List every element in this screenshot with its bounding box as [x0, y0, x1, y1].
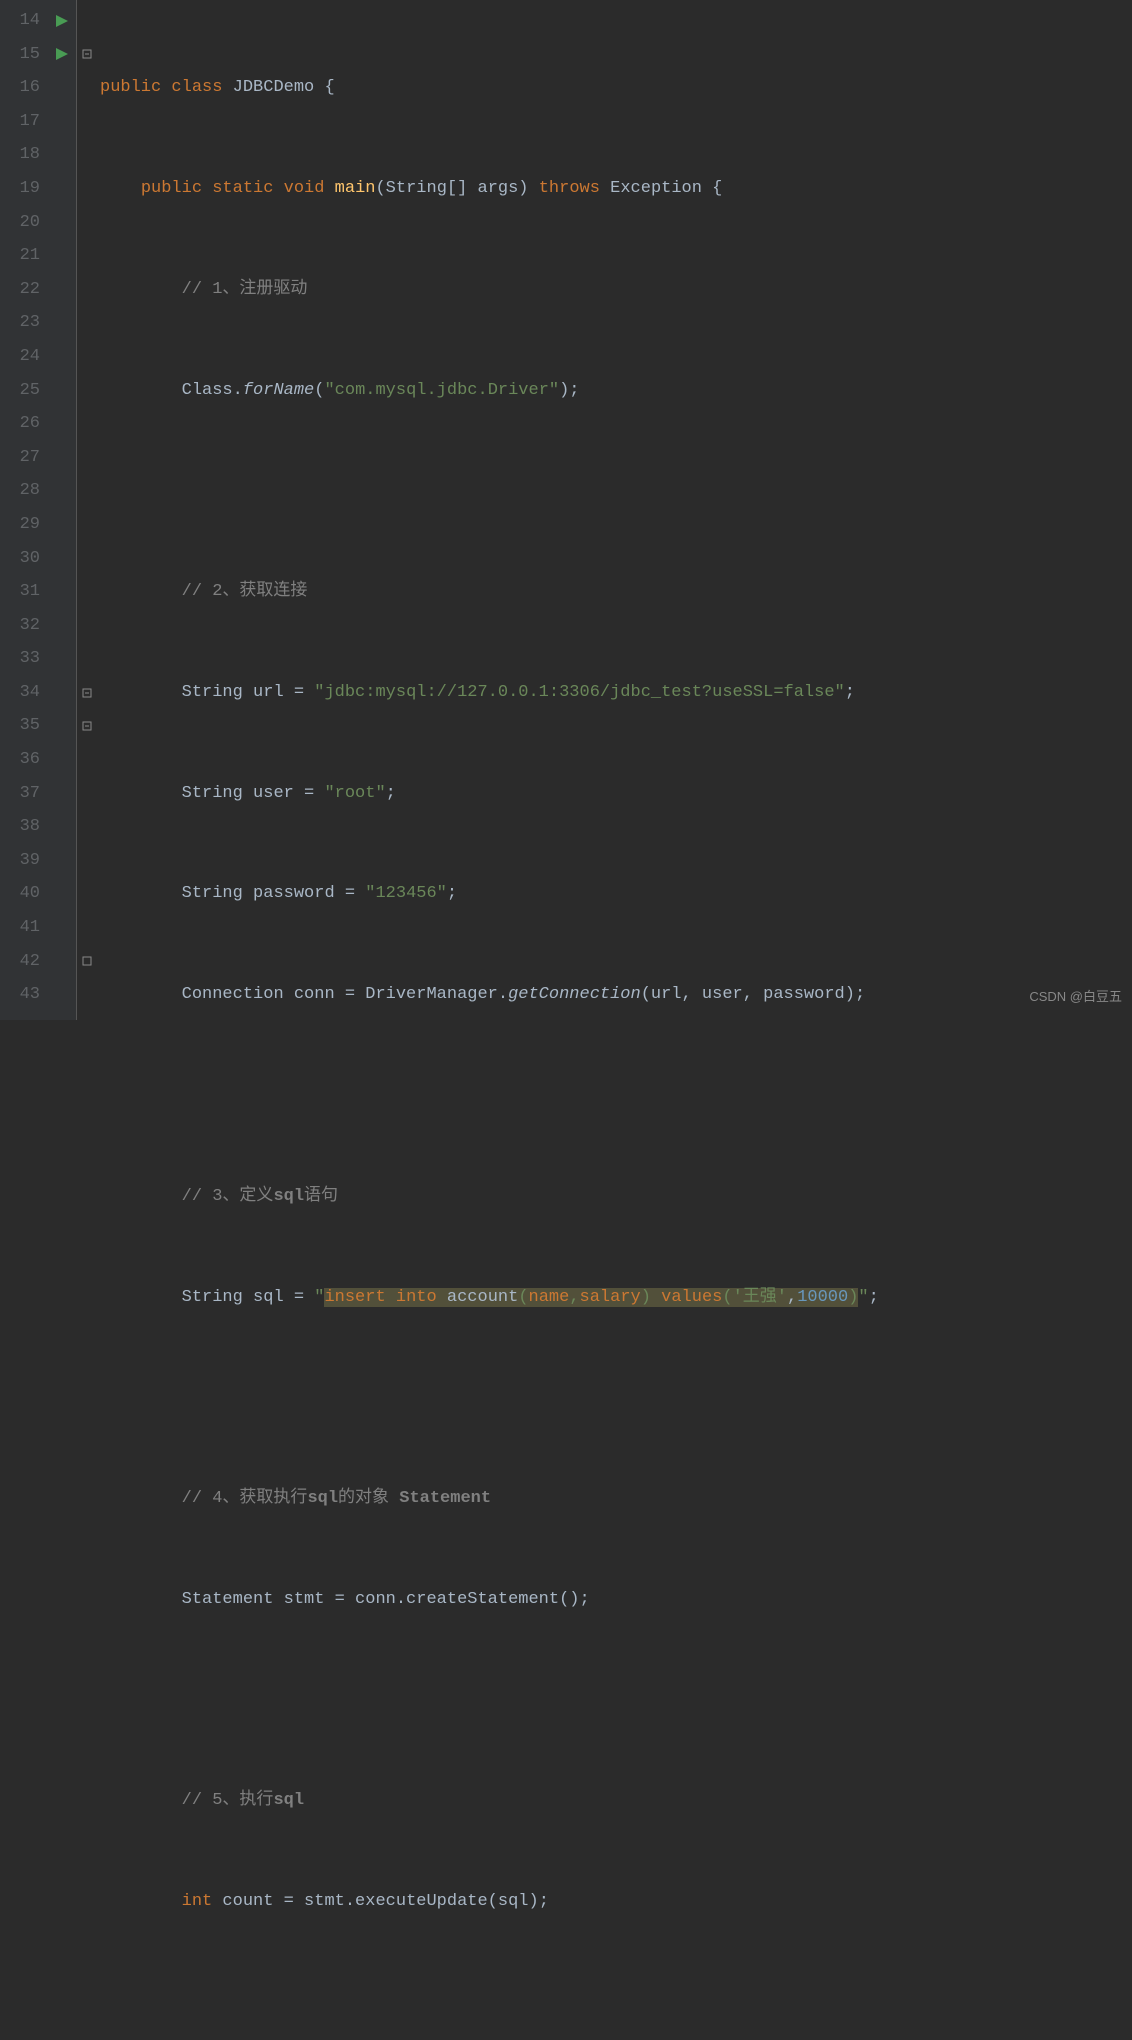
run-icon[interactable]: [48, 38, 76, 72]
code-line: Class.forName("com.mysql.jdbc.Driver");: [100, 374, 1132, 408]
line-number[interactable]: 16: [0, 71, 40, 105]
line-number[interactable]: 36: [0, 743, 40, 777]
line-number[interactable]: 39: [0, 844, 40, 878]
line-number[interactable]: 17: [0, 105, 40, 139]
line-number[interactable]: 35: [0, 709, 40, 743]
line-number[interactable]: 22: [0, 273, 40, 307]
line-number[interactable]: 23: [0, 306, 40, 340]
code-line: // 1、注册驱动: [100, 273, 1132, 307]
run-icon[interactable]: [48, 4, 76, 38]
watermark: CSDN @白豆五: [1029, 980, 1122, 1014]
line-number[interactable]: 33: [0, 642, 40, 676]
code-line: // 2、获取连接: [100, 575, 1132, 609]
fold-marker-icon[interactable]: [77, 945, 96, 979]
code-line: String user = "root";: [100, 777, 1132, 811]
fold-gutter: [76, 0, 96, 1020]
code-area[interactable]: public class JDBCDemo { public static vo…: [96, 0, 1132, 1020]
line-number[interactable]: 29: [0, 508, 40, 542]
code-line: public class JDBCDemo {: [100, 71, 1132, 105]
line-number[interactable]: 38: [0, 810, 40, 844]
line-number[interactable]: 42: [0, 945, 40, 979]
code-line: Statement stmt = conn.createStatement();: [100, 1583, 1132, 1617]
code-line: String url = "jdbc:mysql://127.0.0.1:330…: [100, 676, 1132, 710]
fold-marker-icon[interactable]: [77, 38, 96, 72]
code-line: // 4、获取执行sql的对象 Statement: [100, 1482, 1132, 1516]
line-number[interactable]: 43: [0, 978, 40, 1012]
line-gutter: 1415161718192021222324252627282930313233…: [0, 0, 48, 1020]
line-number[interactable]: 40: [0, 877, 40, 911]
code-line: int count = stmt.executeUpdate(sql);: [100, 1885, 1132, 1919]
fold-marker-icon[interactable]: [77, 676, 96, 710]
line-number[interactable]: 28: [0, 474, 40, 508]
line-number[interactable]: 41: [0, 911, 40, 945]
line-number[interactable]: 32: [0, 609, 40, 643]
line-number[interactable]: 18: [0, 138, 40, 172]
code-line: // 5、执行sql: [100, 1784, 1132, 1818]
run-gutter: [48, 0, 76, 1020]
code-line: [100, 1381, 1132, 1415]
line-number[interactable]: 25: [0, 374, 40, 408]
line-number[interactable]: 34: [0, 676, 40, 710]
line-number[interactable]: 27: [0, 441, 40, 475]
line-number[interactable]: 31: [0, 575, 40, 609]
code-line: String password = "123456";: [100, 877, 1132, 911]
line-number[interactable]: 19: [0, 172, 40, 206]
code-line: String sql = "insert into account(name,s…: [100, 1281, 1132, 1315]
line-number[interactable]: 14: [0, 4, 40, 38]
line-number[interactable]: 30: [0, 542, 40, 576]
code-line: Connection conn = DriverManager.getConne…: [100, 978, 1132, 1012]
line-number[interactable]: 15: [0, 38, 40, 72]
code-line: // 3、定义sql语句: [100, 1180, 1132, 1214]
line-number[interactable]: 20: [0, 206, 40, 240]
code-line: [100, 1684, 1132, 1718]
line-number[interactable]: 21: [0, 239, 40, 273]
code-line: [100, 474, 1132, 508]
code-line: [100, 1986, 1132, 2020]
line-number[interactable]: 37: [0, 777, 40, 811]
code-line: [100, 1079, 1132, 1113]
fold-marker-icon[interactable]: [77, 709, 96, 743]
line-number[interactable]: 26: [0, 407, 40, 441]
line-number[interactable]: 24: [0, 340, 40, 374]
code-editor: 1415161718192021222324252627282930313233…: [0, 0, 1132, 1020]
code-line: public static void main(String[] args) t…: [100, 172, 1132, 206]
